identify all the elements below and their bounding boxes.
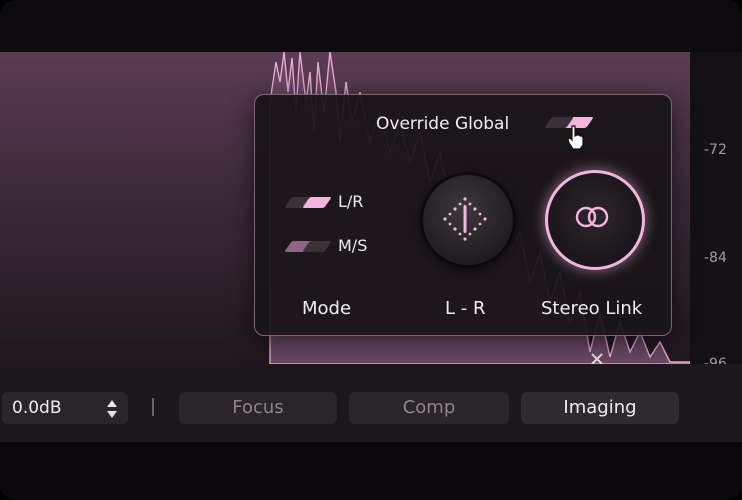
override-global-label: Override Global: [376, 114, 510, 134]
crosshair-diamond-icon: [443, 197, 487, 241]
db-scale: [690, 52, 742, 364]
footer-bar: [0, 442, 742, 500]
top-bar: [0, 0, 742, 52]
gain-value[interactable]: 0.0dB: [12, 398, 62, 418]
mode-lr-label[interactable]: L/R: [338, 192, 363, 211]
hand-pointer-icon: [567, 125, 584, 150]
tab-focus[interactable]: Focus: [179, 392, 337, 424]
toolbar-separator: [152, 398, 154, 416]
mode-ms-label[interactable]: M/S: [338, 236, 367, 255]
stereo-link-label: Stereo Link: [541, 298, 643, 319]
app-frame: -72 -84 -96 Override Global L/R M/S: [0, 0, 742, 500]
balance-label: L - R: [445, 298, 486, 319]
scale-label-84: -84: [704, 250, 727, 266]
linked-rings-icon: [575, 206, 609, 228]
tab-imaging[interactable]: Imaging: [521, 392, 679, 424]
scale-label-72: -72: [704, 142, 727, 158]
mode-label: Mode: [302, 298, 352, 319]
updown-arrows-icon[interactable]: [105, 398, 119, 420]
tab-comp[interactable]: Comp: [349, 392, 509, 424]
